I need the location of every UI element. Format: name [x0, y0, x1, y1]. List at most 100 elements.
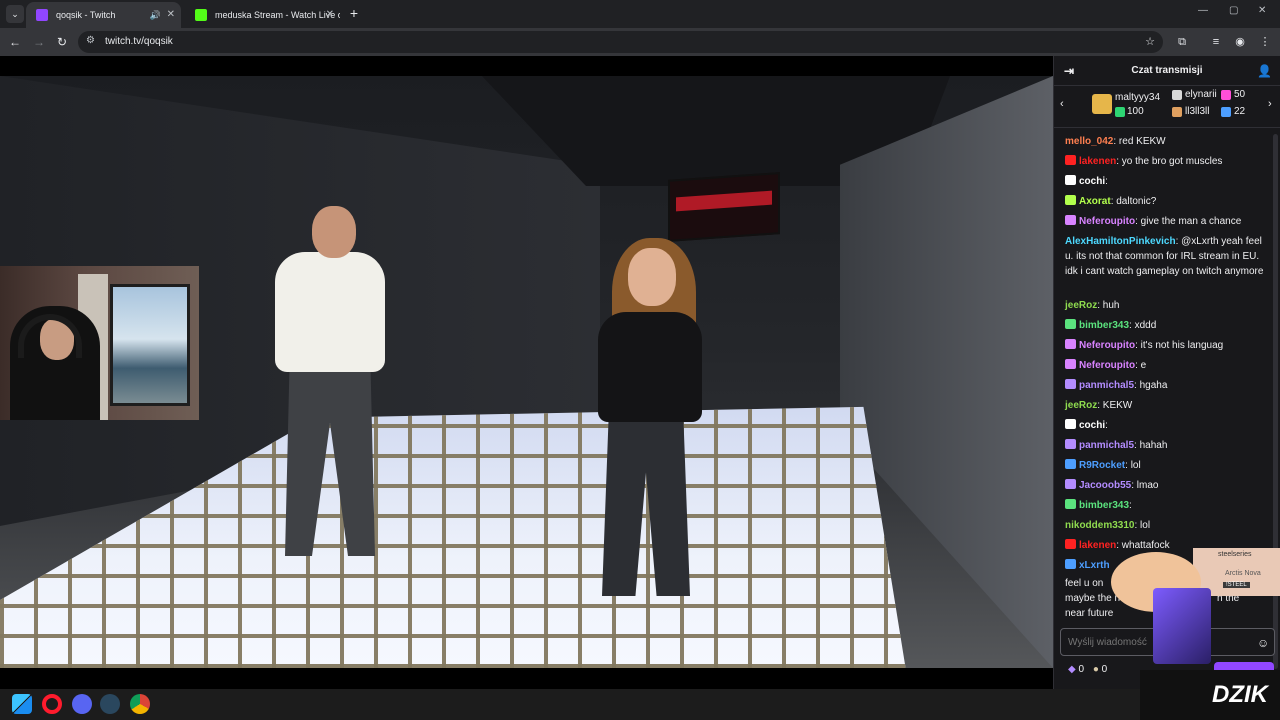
chat-text: : hahah	[1134, 440, 1168, 451]
tab-twitch[interactable]: qoqsik - Twitch 🔊 ✕	[26, 2, 181, 28]
sponsor-product: Arctis Nova	[1225, 570, 1261, 577]
chat-message: panmichal5: hgaha	[1065, 378, 1271, 393]
site-info-icon[interactable]: ⚙	[86, 35, 95, 46]
browser-tab-strip: ⌄ qoqsik - Twitch 🔊 ✕ meduska Stream - W…	[0, 0, 1280, 28]
chat-message: nikoddem3310: lol	[1065, 518, 1271, 533]
chat-badge-icon	[1065, 419, 1076, 429]
close-icon[interactable]: ✕	[167, 2, 175, 28]
sponsor-pc-image	[1153, 588, 1211, 664]
leader-name[interactable]: maltyyy34	[1115, 92, 1160, 103]
forward-icon[interactable]: →	[30, 33, 48, 51]
chat-message: Axorat: daltonic?	[1065, 194, 1271, 209]
browser-toolbar: ← → ↻ ⚙ twitch.tv/qoqsik ☆ ⧉ ≡ ◉ ⋮	[0, 28, 1280, 56]
chat-username[interactable]: AlexHamiltonPinkevich	[1065, 236, 1176, 247]
webcam-overlay	[0, 266, 199, 420]
sponsor-brand: steelseries	[1218, 551, 1252, 558]
chevron-right-icon[interactable]: ›	[1268, 98, 1272, 110]
twitch-icon	[36, 9, 48, 21]
chat-username[interactable]: cochi	[1079, 176, 1105, 187]
discord-icon[interactable]	[72, 694, 92, 714]
speaker-icon[interactable]: 🔊	[150, 2, 161, 28]
chat-message: Neferoupito: e	[1065, 358, 1271, 373]
chat-badge-icon	[1065, 195, 1076, 205]
back-icon[interactable]: ←	[6, 33, 24, 51]
chat-text: : hgaha	[1134, 380, 1168, 391]
chat-text: : yo the bro got muscles	[1116, 156, 1223, 167]
bookmark-star-icon[interactable]: ☆	[1145, 31, 1155, 53]
chat-text: : xddd	[1129, 320, 1157, 331]
channel-watermark: DZIK	[1140, 670, 1280, 720]
tab-search-icon[interactable]: ⌄	[6, 5, 24, 23]
streamer-figure	[275, 252, 385, 372]
chat-badge-icon	[1065, 339, 1076, 349]
gift-icon	[1092, 94, 1112, 114]
chat-username[interactable]: Jacooob55	[1079, 480, 1131, 491]
chat-username[interactable]: jeeRoz	[1065, 300, 1097, 311]
extensions-icon[interactable]: ⧉	[1173, 33, 1191, 51]
chat-badge-icon	[1065, 175, 1076, 185]
collapse-chat-icon[interactable]: ⇥	[1064, 63, 1074, 79]
chat-username[interactable]: lakenen	[1079, 156, 1116, 167]
reload-icon[interactable]: ↻	[53, 33, 71, 51]
chat-text: : lol	[1134, 520, 1151, 531]
media-control-icon[interactable]: ≡	[1207, 33, 1225, 51]
bits-icon: ◆	[1068, 664, 1076, 675]
leader-name[interactable]: ll3ll3ll	[1185, 106, 1209, 117]
chat-username[interactable]: Neferoupito	[1079, 216, 1135, 227]
address-bar[interactable]: ⚙ twitch.tv/qoqsik ☆	[78, 31, 1163, 53]
chat-text: : red KEKW	[1113, 136, 1166, 147]
chat-text: : huh	[1097, 300, 1120, 311]
leader-score: 22	[1234, 106, 1246, 117]
chat-badge-icon	[1065, 359, 1076, 369]
chat-username[interactable]: bimber343	[1079, 500, 1129, 511]
close-icon[interactable]: ✕	[326, 2, 334, 28]
chrome-icon[interactable]	[130, 694, 150, 714]
gift-leaderboard: ‹ maltyyy34 100 elynarii 50 ll3ll3ll 22 …	[1054, 86, 1280, 128]
leader-name[interactable]: elynarii	[1185, 89, 1217, 100]
chat-badge-icon	[1065, 319, 1076, 329]
chat-badge-icon	[1065, 559, 1076, 569]
chat-title: Czat transmisji	[1131, 65, 1203, 76]
chat-message: cochi:	[1065, 174, 1271, 189]
chat-message: Neferoupito: give the man a chance	[1065, 214, 1271, 229]
chat-username[interactable]: bimber343	[1079, 320, 1129, 331]
chat-username[interactable]: Neferoupito	[1079, 340, 1135, 351]
chat-username[interactable]: cochi	[1079, 420, 1105, 431]
chat-username[interactable]: Neferoupito	[1079, 360, 1135, 371]
avatar	[1172, 107, 1182, 117]
chat-badge-icon	[1065, 479, 1076, 489]
chat-badge-icon	[1065, 539, 1076, 549]
sponsor-command: !STEEL	[1223, 582, 1250, 588]
tab-kick[interactable]: meduska Stream - Watch Live o ✕	[185, 2, 340, 28]
menu-icon[interactable]: ⋮	[1256, 33, 1274, 51]
chat-username[interactable]: panmichal5	[1079, 440, 1134, 451]
chat-badge-icon	[1065, 439, 1076, 449]
chat-message: bimber343: xddd	[1065, 318, 1271, 333]
minimize-icon[interactable]: —	[1198, 5, 1208, 16]
chat-message: jeeRoz: huh	[1065, 298, 1271, 313]
chat-text: : give the man a chance	[1135, 216, 1242, 227]
badge-icon	[1221, 90, 1231, 100]
chevron-left-icon[interactable]: ‹	[1060, 98, 1064, 110]
chat-username[interactable]: jeeRoz	[1065, 400, 1097, 411]
new-tab-button[interactable]: +	[345, 4, 363, 22]
opera-gx-icon[interactable]	[42, 694, 62, 714]
chat-text: :	[1105, 420, 1108, 431]
chat-message: mello_042: red KEKW	[1065, 134, 1271, 149]
profile-icon[interactable]: ◉	[1231, 33, 1249, 51]
chat-username[interactable]: Axorat	[1079, 196, 1111, 207]
windows-start-icon[interactable]	[12, 694, 32, 714]
chat-username[interactable]: panmichal5	[1079, 380, 1134, 391]
chat-message: Neferoupito: it's not his languag	[1065, 338, 1271, 353]
community-icon[interactable]: 👤	[1257, 63, 1272, 79]
streamer-figure	[312, 206, 356, 258]
maximize-icon[interactable]: ▢	[1229, 5, 1238, 16]
chat-username[interactable]: nikoddem3310	[1065, 520, 1134, 531]
chat-username[interactable]: R9Rocket	[1079, 460, 1125, 471]
chat-username[interactable]: mello_042	[1065, 136, 1113, 147]
chat-text: :	[1129, 500, 1132, 511]
steam-icon[interactable]	[100, 694, 120, 714]
url-text[interactable]: twitch.tv/qoqsik	[105, 31, 173, 53]
window-close-icon[interactable]: ✕	[1258, 5, 1266, 16]
badge-icon	[1221, 107, 1231, 117]
